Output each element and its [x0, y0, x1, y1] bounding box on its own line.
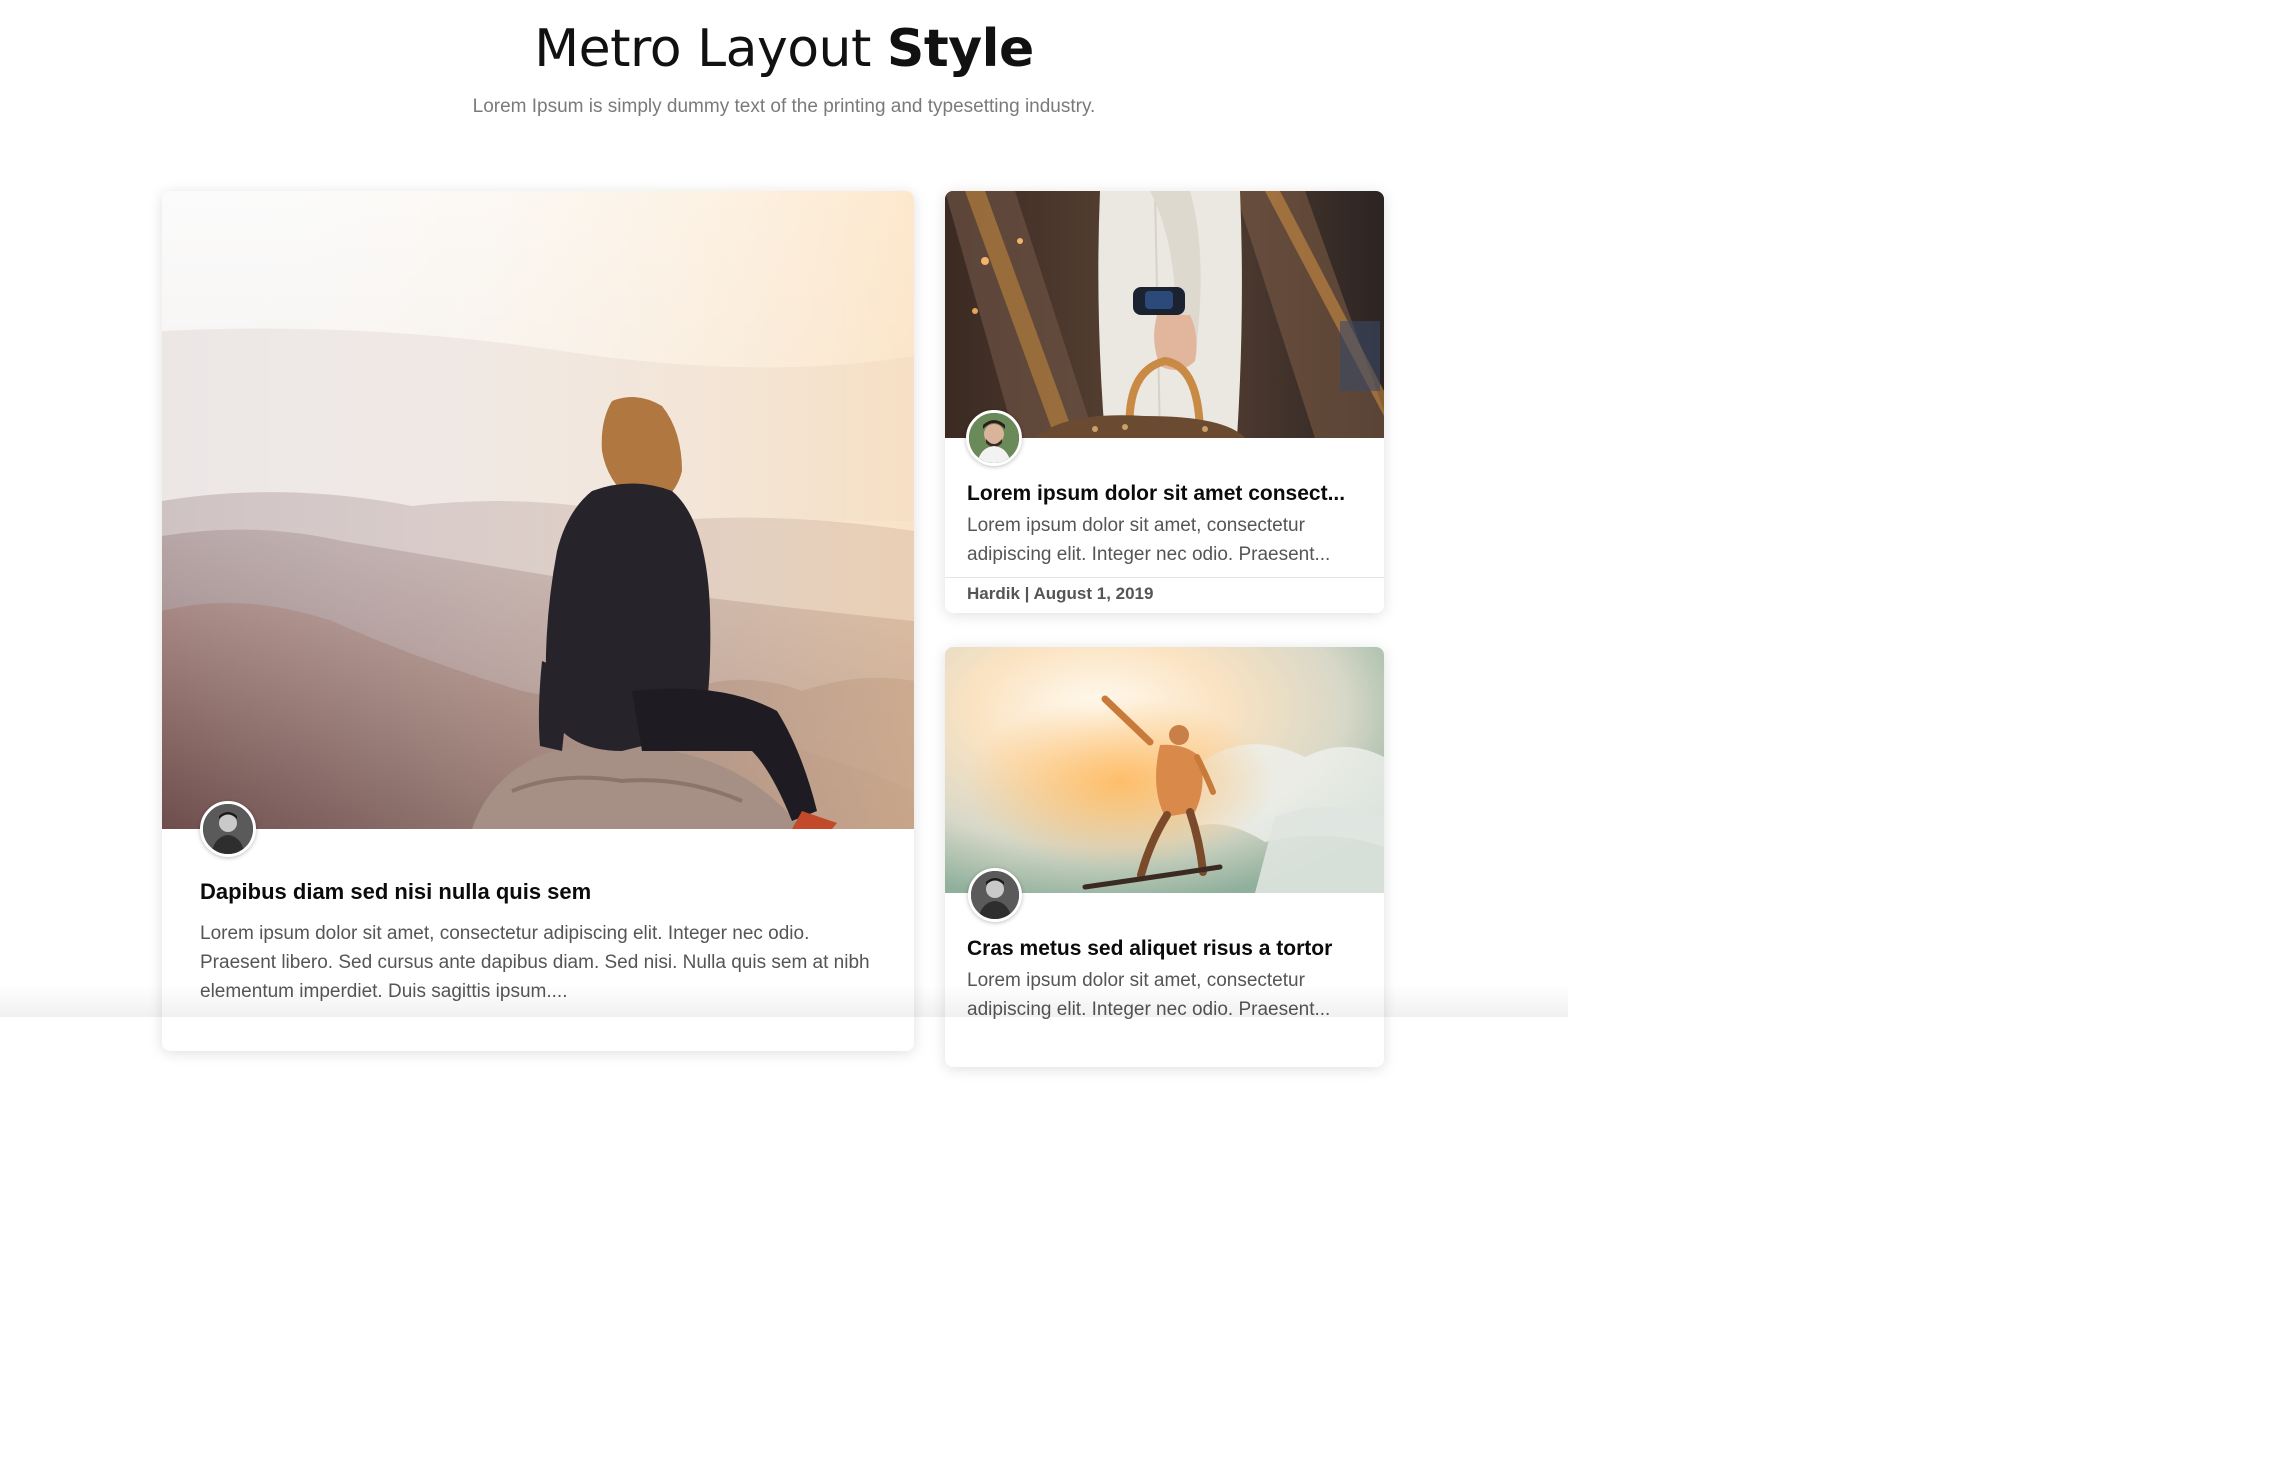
page-title-bold: Style [886, 19, 1034, 79]
mountain-woman-photo[interactable] [162, 191, 914, 829]
card-title[interactable]: Lorem ipsum dolor sit amet consect... [967, 479, 1367, 509]
page-subtitle: Lorem Ipsum is simply dummy text of the … [472, 96, 1096, 117]
author-avatar[interactable] [200, 801, 256, 857]
blog-card[interactable]: Cras metus sed aliquet risus a tortor Lo… [945, 647, 1384, 1067]
page-title-light: Metro Layout [534, 19, 871, 79]
card-title[interactable]: Dapibus diam sed nisi nulla quis sem [200, 877, 880, 907]
card-title[interactable]: Cras metus sed aliquet risus a tortor [967, 934, 1367, 964]
card-excerpt: Lorem ipsum dolor sit amet, consectetur … [967, 970, 1331, 1020]
card-excerpt: Lorem ipsum dolor sit amet, consectetur … [967, 515, 1331, 565]
card-divider [945, 577, 1384, 578]
author-avatar[interactable] [968, 868, 1022, 922]
skateboard-jump-photo[interactable] [945, 647, 1384, 893]
card-excerpt: Lorem ipsum dolor sit amet, consectetur … [200, 923, 870, 1002]
blog-card-featured[interactable]: Dapibus diam sed nisi nulla quis sem Lor… [162, 191, 914, 1051]
author-avatar[interactable] [966, 410, 1022, 466]
handbag-photo[interactable] [945, 191, 1384, 438]
page-title: Metro Layout Style [0, 14, 1568, 84]
blog-card[interactable]: Lorem ipsum dolor sit amet consect... Lo… [945, 191, 1384, 613]
card-author-date: Hardik | August 1, 2019 [967, 584, 1154, 603]
